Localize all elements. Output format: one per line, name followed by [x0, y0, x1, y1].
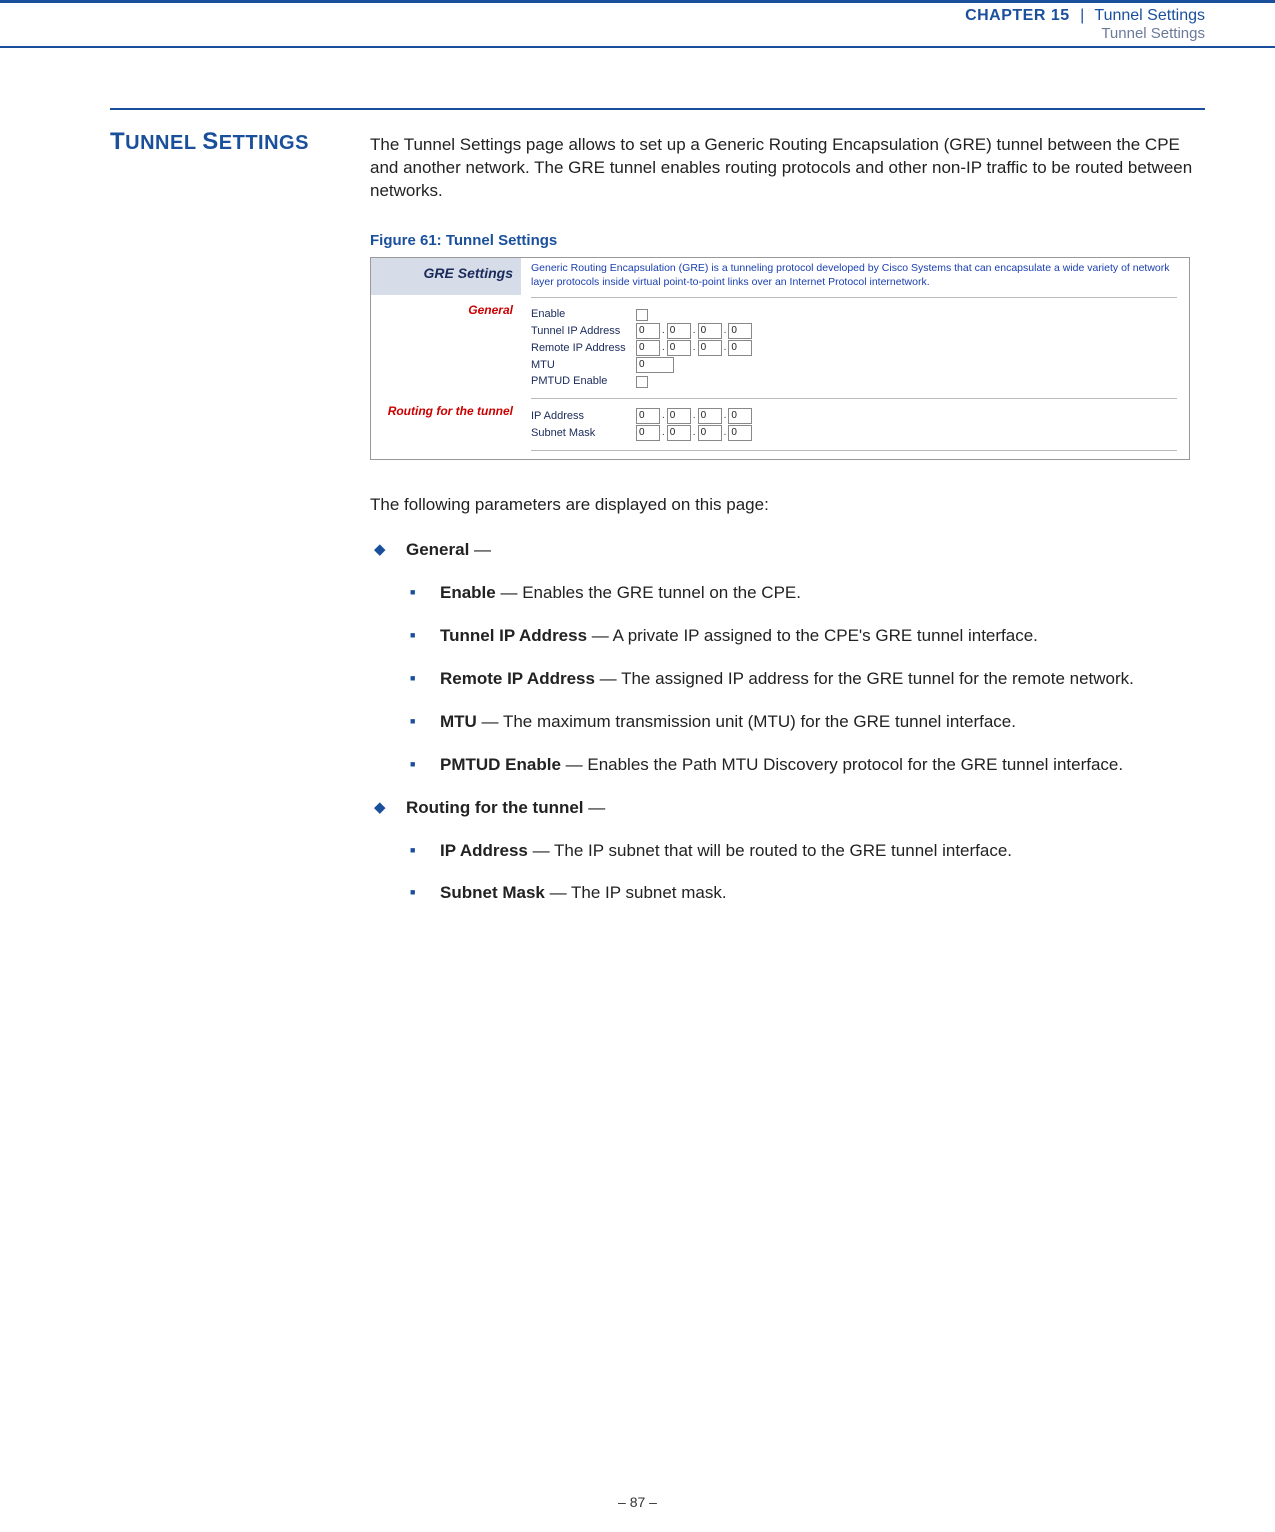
horizontal-rule [110, 108, 1205, 110]
remote-ip-label: Remote IP Address [531, 341, 636, 356]
intro-paragraph: The Tunnel Settings page allows to set u… [370, 134, 1205, 203]
mtu-label: MTU [531, 358, 636, 373]
pmtud-checkbox[interactable] [636, 376, 648, 388]
subnet-mask-octet-2[interactable]: 0 [667, 425, 691, 441]
remote-ip-octet-1[interactable]: 0 [636, 340, 660, 356]
mtu-input[interactable]: 0 [636, 357, 674, 373]
figure-general-label: General [371, 300, 521, 396]
bullet-tunnel-ip: Tunnel IP Address — A private IP assigne… [410, 625, 1205, 648]
page-header: CHAPTER 15 | Tunnel Settings Tunnel Sett… [0, 0, 1275, 48]
tunnel-ip-label: Tunnel IP Address [531, 324, 636, 339]
page-number: – 87 – [0, 1494, 1275, 1510]
remote-ip-octet-2[interactable]: 0 [667, 340, 691, 356]
subnet-mask-octet-1[interactable]: 0 [636, 425, 660, 441]
header-title-1: Tunnel Settings [1094, 7, 1205, 24]
divider [531, 398, 1177, 399]
bullet-enable: Enable — Enables the GRE tunnel on the C… [410, 582, 1205, 605]
tunnel-ip-octet-2[interactable]: 0 [667, 323, 691, 339]
pmtud-label: PMTUD Enable [531, 374, 636, 389]
remote-ip-octet-4[interactable]: 0 [728, 340, 752, 356]
chapter-label: CHAPTER 15 [965, 7, 1070, 24]
ip-address-octet-3[interactable]: 0 [698, 408, 722, 424]
subnet-mask-label: Subnet Mask [531, 426, 636, 441]
lead-paragraph: The following parameters are displayed o… [370, 494, 1205, 517]
remote-ip-octet-3[interactable]: 0 [698, 340, 722, 356]
subnet-mask-octet-3[interactable]: 0 [698, 425, 722, 441]
tunnel-ip-octet-1[interactable]: 0 [636, 323, 660, 339]
divider [531, 450, 1177, 451]
bullet-remote-ip: Remote IP Address — The assigned IP addr… [410, 668, 1205, 691]
ip-address-octet-2[interactable]: 0 [667, 408, 691, 424]
bullet-mtu: MTU — The maximum transmission unit (MTU… [410, 711, 1205, 734]
tunnel-ip-octet-4[interactable]: 0 [728, 323, 752, 339]
divider [531, 297, 1177, 298]
ip-address-octet-1[interactable]: 0 [636, 408, 660, 424]
bullet-general: General — Enable — Enables the GRE tunne… [374, 539, 1205, 777]
enable-label: Enable [531, 307, 636, 322]
enable-checkbox[interactable] [636, 309, 648, 321]
figure-header-right: Generic Routing Encapsulation (GRE) is a… [521, 258, 1189, 295]
ip-address-octet-4[interactable]: 0 [728, 408, 752, 424]
bullet-ip-address: IP Address — The IP subnet that will be … [410, 840, 1205, 863]
header-title-2: Tunnel Settings [0, 25, 1205, 42]
figure-caption: Figure 61: Tunnel Settings [370, 231, 1205, 251]
figure-tunnel-settings: GRE Settings Generic Routing Encapsulati… [370, 257, 1190, 460]
figure-header-left: GRE Settings [371, 258, 521, 295]
bullet-routing: Routing for the tunnel — IP Address — Th… [374, 797, 1205, 906]
tunnel-ip-octet-3[interactable]: 0 [698, 323, 722, 339]
separator: | [1074, 7, 1090, 24]
figure-routing-label: Routing for the tunnel [371, 401, 521, 448]
bullet-pmtud: PMTUD Enable — Enables the Path MTU Disc… [410, 754, 1205, 777]
bullet-subnet-mask: Subnet Mask — The IP subnet mask. [410, 882, 1205, 905]
ip-address-label: IP Address [531, 409, 636, 424]
subnet-mask-octet-4[interactable]: 0 [728, 425, 752, 441]
